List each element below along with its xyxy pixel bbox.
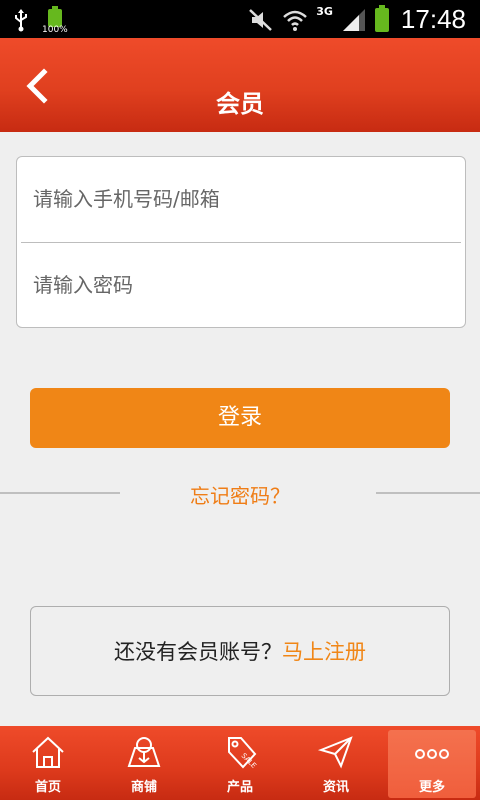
usb-icon [15,9,27,32]
account-input[interactable] [33,181,449,217]
network-type: 3G [316,5,333,18]
home-icon [32,736,64,768]
register-prompt: 还没有会员账号？ [114,640,282,664]
status-bar: 100% 3G 17:48 [0,0,480,38]
paper-plane-icon [317,736,353,769]
login-button[interactable]: 登录 [30,388,450,448]
page-title: 会员 [216,90,264,118]
signal-icon [342,8,365,31]
tab-shop-label: 商铺 [130,780,157,795]
tab-home-label: 首页 [34,780,61,795]
register-box: 还没有会员账号？ 马上注册 [30,606,450,696]
bottom-tab-bar: 首页 商铺 SALE 产品 资讯 更多 [0,726,480,800]
login-form [16,156,466,328]
tab-shop[interactable]: 商铺 [96,726,192,800]
shop-icon [127,737,161,767]
battery-small-icon: 100% [42,6,70,35]
password-field [17,243,465,327]
more-dots-icon [415,749,449,759]
wifi-icon [283,10,308,31]
register-link[interactable]: 马上注册 [282,636,366,666]
tab-products-label: 产品 [226,780,253,795]
clock: 17:48 [400,4,466,34]
tab-more[interactable]: 更多 [384,726,480,800]
tab-home[interactable]: 首页 [0,726,96,800]
tab-products[interactable]: SALE 产品 [192,726,288,800]
tab-news[interactable]: 资讯 [288,726,384,800]
battery-icon [374,4,389,32]
battery-small-label: 100% [42,25,68,35]
account-field [17,157,465,242]
tab-news-label: 资讯 [322,780,349,795]
tab-more-label: 更多 [418,780,445,795]
sale-tag-icon: SALE [228,737,258,770]
password-input[interactable] [33,267,449,303]
forgot-password-link[interactable]: 忘记密码？ [0,480,480,509]
app-header: 会员 [0,38,480,132]
mute-icon [249,8,273,31]
